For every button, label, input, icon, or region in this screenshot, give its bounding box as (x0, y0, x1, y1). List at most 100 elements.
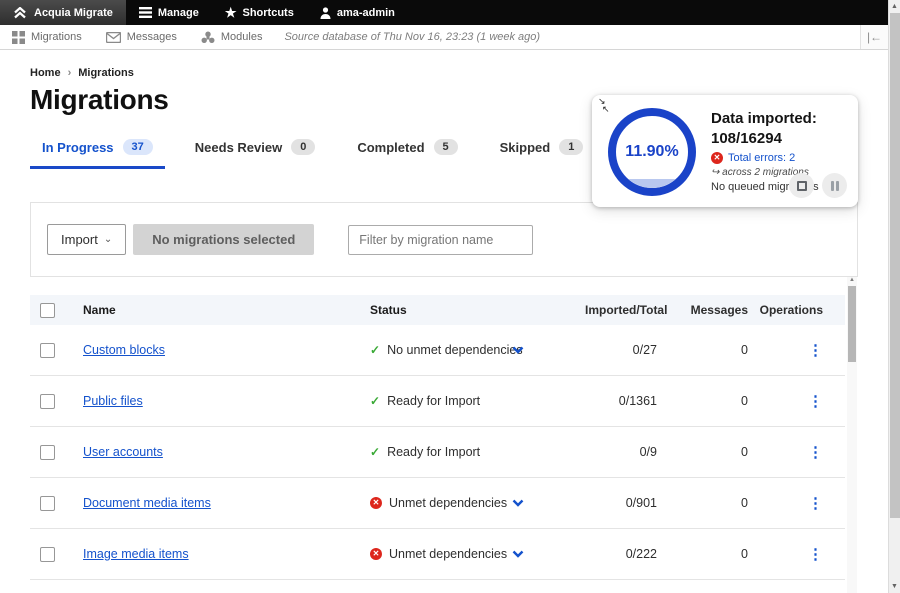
tab-completed[interactable]: Completed 5 (345, 139, 469, 169)
manage-label: Manage (158, 7, 199, 19)
migration-name-link[interactable]: Public files (83, 394, 143, 408)
header-name: Name (83, 303, 370, 317)
row-checkbox[interactable] (40, 394, 55, 409)
collapse-icon: |← (867, 30, 882, 44)
error-icon: ✕ (711, 152, 723, 164)
table-row: Document media items ✓ ✕ Unmet dependenc… (30, 478, 845, 529)
row-checkbox[interactable] (40, 343, 55, 358)
status-cell: ✓ ✕ Unmet dependencies (370, 547, 585, 561)
row-checkbox[interactable] (40, 547, 55, 562)
manage-menu[interactable]: Manage (126, 0, 212, 25)
table-row: Custom blocks ✓ ✕ No unmet dependencies … (30, 325, 845, 376)
table-row: User accounts ✓ ✕ Ready for Import 0/9 0… (30, 427, 845, 478)
row-checkbox[interactable] (40, 496, 55, 511)
kebab-menu-icon[interactable]: ⋮ (808, 546, 823, 563)
shortcuts-menu[interactable]: ★ Shortcuts (212, 0, 307, 25)
status-label: No unmet dependencies (387, 343, 523, 357)
migration-filter-input[interactable] (348, 225, 533, 255)
toolbar-item-migrations[interactable]: Migrations (0, 25, 94, 49)
progress-card-controls (789, 173, 847, 198)
status-cell: ✓ ✕ Ready for Import (370, 445, 585, 459)
select-all-checkbox[interactable] (40, 303, 55, 318)
total-errors-link[interactable]: ✕ Total errors: 2 (711, 152, 819, 164)
modules-icon (201, 31, 215, 44)
stop-button[interactable] (789, 173, 814, 198)
hamburger-icon (139, 7, 152, 18)
toolbar-collapse-button[interactable]: |← (860, 25, 888, 49)
kebab-menu-icon[interactable]: ⋮ (808, 342, 823, 359)
imported-total-value: 0/1361 (585, 394, 657, 408)
page-scrollbar[interactable]: ▲ ▼ (888, 0, 900, 593)
status-label: Unmet dependencies (389, 496, 507, 510)
app-window: Acquia Migrate Manage ★ Shortcuts ama-ad… (0, 0, 888, 593)
messages-count: 0 (657, 343, 748, 357)
header-operations: Operations (748, 303, 845, 317)
status-expand-chevron[interactable] (512, 499, 524, 507)
across-arrow-icon: ↪ (711, 167, 719, 178)
table-scrollbar[interactable]: ▲ (847, 277, 857, 593)
tab-label: Needs Review (195, 140, 282, 155)
import-dropdown-button[interactable]: Import ⌄ (47, 224, 126, 255)
admin-bar: Acquia Migrate Manage ★ Shortcuts ama-ad… (0, 0, 888, 25)
toolbar-item-modules[interactable]: Modules (189, 25, 275, 49)
error-icon: ✕ (370, 548, 382, 560)
migration-name-link[interactable]: User accounts (83, 445, 163, 459)
progress-ring-fill (616, 179, 688, 188)
row-checkbox[interactable] (40, 445, 55, 460)
tab-count-badge: 5 (434, 139, 458, 155)
toolbar-modules-label: Modules (221, 31, 263, 43)
user-label: ama-admin (337, 7, 395, 19)
table-row: Public files ✓ ✕ Ready for Import 0/1361… (30, 376, 845, 427)
table-row: Image media items ✓ ✕ Unmet dependencies… (30, 529, 845, 580)
brand-label: Acquia Migrate (34, 7, 113, 19)
import-label: Import (61, 232, 98, 247)
grid-icon (12, 31, 25, 44)
shortcuts-label: Shortcuts (242, 7, 293, 19)
kebab-menu-icon[interactable]: ⋮ (808, 444, 823, 461)
chevron-down-icon: ⌄ (104, 234, 112, 245)
migrations-table: Name Status Imported/Total Messages Oper… (30, 295, 845, 593)
secondary-toolbar: Migrations Messages Modules Source datab… (0, 25, 888, 50)
table-row: Private files ✓ ✕ Unmet dependencies 0/1… (30, 580, 845, 593)
page-scroll-down-icon[interactable]: ▼ (889, 583, 900, 590)
total-errors-label: Total errors: 2 (728, 152, 795, 164)
check-icon: ✓ (370, 343, 380, 357)
table-scrollbar-thumb[interactable] (848, 286, 856, 362)
migration-name-link[interactable]: Image media items (83, 547, 189, 561)
migration-name-link[interactable]: Document media items (83, 496, 211, 510)
status-expand-chevron[interactable] (512, 346, 524, 354)
table-scroll-up-icon[interactable]: ▲ (847, 277, 857, 283)
migration-name-link[interactable]: Custom blocks (83, 343, 165, 357)
acquia-migrate-brand[interactable]: Acquia Migrate (0, 0, 126, 25)
kebab-menu-icon[interactable]: ⋮ (808, 393, 823, 410)
breadcrumb-home-link[interactable]: Home (30, 67, 61, 79)
stop-icon (797, 181, 807, 191)
resize-handle-icon[interactable]: ↘ ↖ (598, 97, 616, 113)
user-menu[interactable]: ama-admin (307, 0, 408, 25)
tab-count-badge: 0 (291, 139, 315, 155)
toolbar-migrations-label: Migrations (31, 31, 82, 43)
tab-needs-review[interactable]: Needs Review 0 (183, 139, 328, 169)
tab-in-progress[interactable]: In Progress 37 (30, 139, 165, 169)
pause-button[interactable] (822, 173, 847, 198)
page-scroll-up-icon[interactable]: ▲ (889, 3, 900, 10)
toolbar-item-messages[interactable]: Messages (94, 25, 189, 49)
tab-label: In Progress (42, 140, 114, 155)
data-imported-fraction: 108/16294 (711, 129, 819, 149)
tab-count-badge: 37 (123, 139, 153, 155)
messages-count: 0 (657, 496, 748, 510)
page-scrollbar-thumb[interactable] (890, 13, 900, 518)
kebab-menu-icon[interactable]: ⋮ (808, 495, 823, 512)
source-database-note: Source database of Thu Nov 16, 23:23 (1 … (274, 25, 550, 49)
tab-skipped[interactable]: Skipped 1 (488, 139, 596, 169)
status-label: Ready for Import (387, 445, 480, 459)
breadcrumb-separator-icon: › (68, 67, 72, 79)
tab-count-badge: 1 (559, 139, 583, 155)
header-messages: Messages (657, 303, 748, 317)
imported-total-value: 0/27 (585, 343, 657, 357)
tab-label: Completed (357, 140, 424, 155)
status-expand-chevron[interactable] (512, 550, 524, 558)
imported-total-value: 0/222 (585, 547, 657, 561)
error-icon: ✕ (370, 497, 382, 509)
double-chevron-up-icon (13, 7, 27, 19)
